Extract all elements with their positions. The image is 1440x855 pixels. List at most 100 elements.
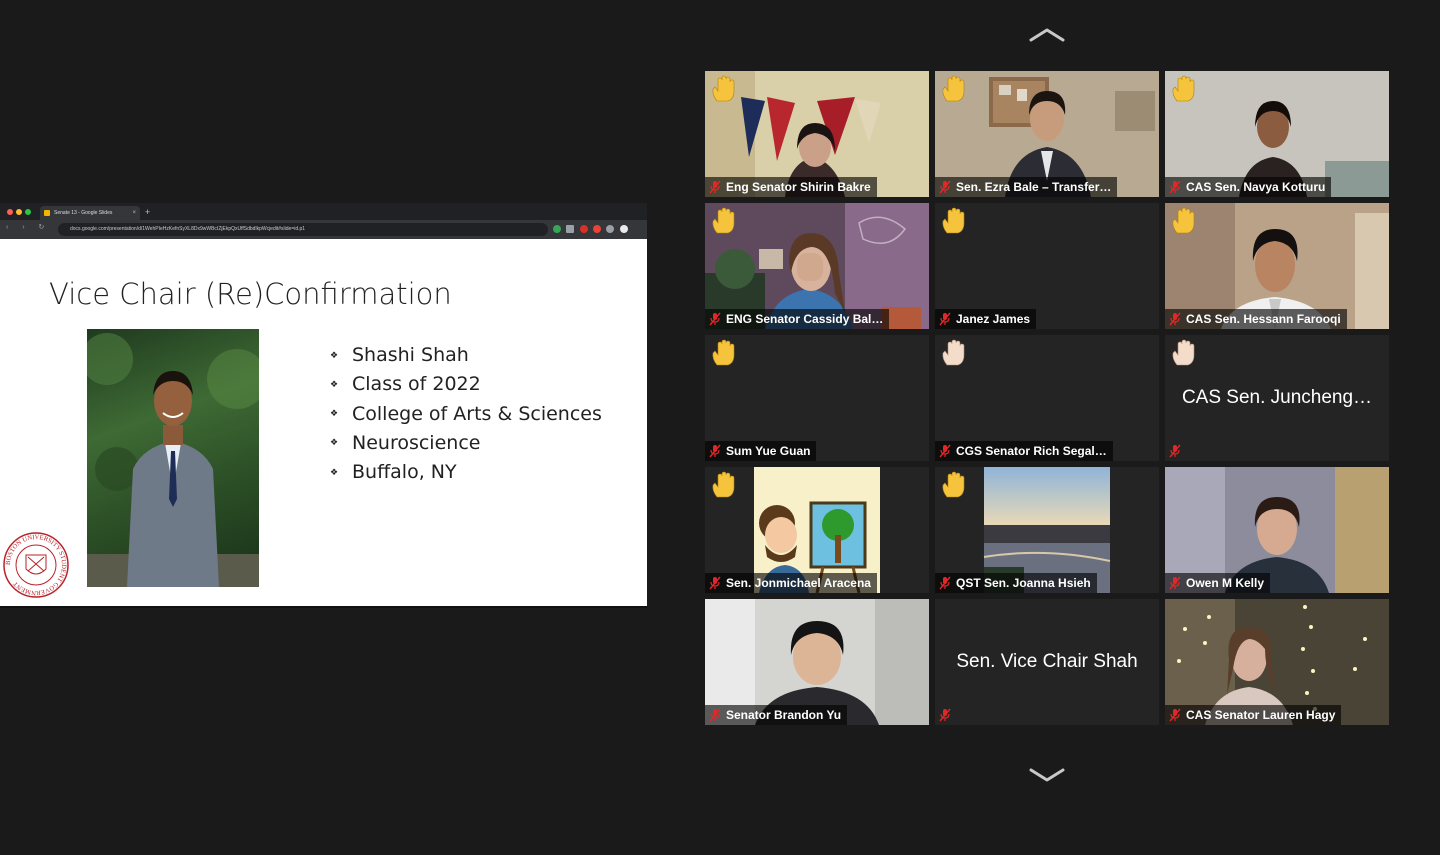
bullet-item: ❖ Buffalo, NY bbox=[330, 461, 602, 490]
participant-tile[interactable]: Owen M Kelly bbox=[1165, 467, 1389, 593]
minimize-window-dot bbox=[16, 209, 22, 215]
participant-name: CAS Sen. Navya Kotturu bbox=[1186, 180, 1326, 194]
participant-name: Eng Senator Shirin Bakre bbox=[726, 180, 871, 194]
participant-tile[interactable]: Sen. Ezra Bale – Transfer… bbox=[935, 71, 1159, 197]
muted-mic-icon bbox=[1169, 444, 1181, 458]
muted-mic-icon bbox=[1169, 312, 1181, 326]
participant-tile[interactable]: Sen. Vice Chair Shah bbox=[935, 599, 1159, 725]
participant-tile[interactable]: Sen. Jonmichael Aracena bbox=[705, 467, 929, 593]
browser-tab: Senate 13 - Google Slides × bbox=[40, 206, 140, 220]
participant-tile[interactable]: CAS Senator Lauren Hagy bbox=[1165, 599, 1389, 725]
participant-name: CAS Senator Lauren Hagy bbox=[1186, 708, 1336, 722]
raised-hand-icon bbox=[712, 75, 735, 102]
bullet-item: ❖ College of Arts & Sciences bbox=[330, 403, 602, 432]
participant-name-label: ENG Senator Cassidy Bal… bbox=[705, 309, 890, 329]
slides-icon bbox=[44, 210, 50, 216]
participant-name: CGS Senator Rich Segal… bbox=[956, 444, 1107, 458]
address-bar: docs.google.com/presentation/d/1WehPIeHz… bbox=[58, 223, 548, 236]
muted-mic-icon bbox=[709, 180, 721, 194]
participant-name-label: CAS Sen. Navya Kotturu bbox=[1165, 177, 1332, 197]
page-up-arrow-icon[interactable] bbox=[1027, 26, 1067, 44]
participant-name-label: Sum Yue Guan bbox=[705, 441, 817, 461]
participant-name-label: QST Sen. Joanna Hsieh bbox=[935, 573, 1097, 593]
bullet-text: Neuroscience bbox=[352, 431, 481, 454]
bullet-item: ❖ Neuroscience bbox=[330, 432, 602, 461]
participant-name: Senator Brandon Yu bbox=[726, 708, 842, 722]
bullet-icon: ❖ bbox=[330, 409, 339, 420]
muted-mic-icon bbox=[939, 708, 951, 722]
muted-mic-icon bbox=[709, 708, 721, 722]
bullet-icon: ❖ bbox=[330, 438, 339, 449]
zoom-window-dot bbox=[25, 209, 31, 215]
page-down-arrow-icon[interactable] bbox=[1027, 766, 1067, 784]
participant-name: Sen. Jonmichael Aracena bbox=[726, 576, 871, 590]
participant-name: Sum Yue Guan bbox=[726, 444, 811, 458]
participant-name-label: Owen M Kelly bbox=[1165, 573, 1271, 593]
participant-name-label: Eng Senator Shirin Bakre bbox=[705, 177, 877, 197]
participant-tile[interactable]: CAS Sen. Hessann Farooqi bbox=[1165, 203, 1389, 329]
browser-toolbar: ‹ › ↻ ⌂ docs.google.com/presentation/d/1… bbox=[0, 220, 647, 239]
seal-text: BOSTON UNIVERSITY STUDENT GOVERNMENT bbox=[5, 534, 67, 596]
raised-hand-icon bbox=[942, 207, 965, 234]
participant-name: CAS Sen. Hessann Farooqi bbox=[1186, 312, 1341, 326]
participant-name-label: Senator Brandon Yu bbox=[705, 705, 848, 725]
browser-tab-strip: Senate 13 - Google Slides × + bbox=[0, 203, 647, 220]
bullet-icon: ❖ bbox=[330, 350, 339, 361]
raised-hand-icon bbox=[1172, 75, 1195, 102]
bullet-list: ❖ Shashi Shah ❖ Class of 2022 ❖ College of … bbox=[330, 344, 602, 490]
participant-tile[interactable]: Eng Senator Shirin Bakre bbox=[705, 71, 929, 197]
raised-hand-icon bbox=[1172, 339, 1195, 366]
muted-mic-icon bbox=[709, 444, 721, 458]
portrait-photo bbox=[87, 329, 259, 587]
muted-mic-icon bbox=[939, 576, 951, 590]
participant-name: Sen. Ezra Bale – Transfer… bbox=[956, 180, 1112, 194]
svg-text:BOSTON UNIVERSITY STUDENT GOVE: BOSTON UNIVERSITY STUDENT GOVERNMENT bbox=[5, 534, 67, 596]
participant-tile[interactable]: CAS Sen. Navya Kotturu bbox=[1165, 71, 1389, 197]
participant-tile[interactable]: CAS Sen. Juncheng… bbox=[1165, 335, 1389, 461]
profile-avatar bbox=[620, 225, 628, 233]
muted-mic-icon bbox=[1169, 180, 1181, 194]
extension-icon bbox=[593, 225, 601, 233]
muted-mic-icon bbox=[709, 312, 721, 326]
muted-mic-icon bbox=[709, 576, 721, 590]
participant-name: ENG Senator Cassidy Bal… bbox=[726, 312, 884, 326]
participant-name-label: CAS Sen. Hessann Farooqi bbox=[1165, 309, 1347, 329]
bullet-text: Buffalo, NY bbox=[352, 461, 457, 484]
raised-hand-icon bbox=[942, 75, 965, 102]
puzzle-icon bbox=[606, 225, 614, 233]
slide: Vice Chair (Re)Confirmation ❖ Shashi Shah… bbox=[0, 239, 647, 604]
extension-icon bbox=[553, 225, 561, 233]
muted-mic-icon bbox=[939, 180, 951, 194]
participant-tile[interactable]: QST Sen. Joanna Hsieh bbox=[935, 467, 1159, 593]
tab-close-icon: × bbox=[132, 210, 136, 216]
participant-tile[interactable]: Senator Brandon Yu bbox=[705, 599, 929, 725]
raised-hand-icon bbox=[712, 339, 735, 366]
participant-name-label: CGS Senator Rich Segal… bbox=[935, 441, 1113, 461]
student-government-seal-logo: BOSTON UNIVERSITY STUDENT GOVERNMENT bbox=[3, 532, 69, 598]
participant-name: Owen M Kelly bbox=[1186, 576, 1265, 590]
participant-tile[interactable]: Sum Yue Guan bbox=[705, 335, 929, 461]
muted-mic-icon bbox=[939, 312, 951, 326]
raised-hand-icon bbox=[1172, 207, 1195, 234]
shared-screen: Senate 13 - Google Slides × + ‹ › ↻ ⌂ do… bbox=[0, 203, 647, 608]
participant-name-label: Janez James bbox=[935, 309, 1037, 329]
new-tab-icon: + bbox=[145, 207, 151, 217]
extension-icon bbox=[580, 225, 588, 233]
participant-tile[interactable]: CGS Senator Rich Segal… bbox=[935, 335, 1159, 461]
raised-hand-icon bbox=[942, 339, 965, 366]
participant-tile[interactable]: Janez James bbox=[935, 203, 1159, 329]
participant-name: QST Sen. Joanna Hsieh bbox=[956, 576, 1091, 590]
bullet-text: College of Arts & Sciences bbox=[352, 402, 602, 425]
browser-tab-title: Senate 13 - Google Slides bbox=[54, 210, 113, 216]
participant-tile[interactable]: ENG Senator Cassidy Bal… bbox=[705, 203, 929, 329]
close-window-dot bbox=[7, 209, 13, 215]
bullet-item: ❖ Shashi Shah bbox=[330, 344, 602, 373]
bullet-item: ❖ Class of 2022 bbox=[330, 373, 602, 402]
participant-name: Janez James bbox=[956, 312, 1031, 326]
participant-display-name: CAS Sen. Juncheng… bbox=[1181, 387, 1373, 408]
participant-name-label: Sen. Ezra Bale – Transfer… bbox=[935, 177, 1118, 197]
bullet-icon: ❖ bbox=[330, 467, 339, 478]
muted-mic-icon bbox=[1169, 708, 1181, 722]
bullet-text: Shashi Shah bbox=[352, 344, 469, 366]
muted-mic-icon bbox=[1169, 576, 1181, 590]
